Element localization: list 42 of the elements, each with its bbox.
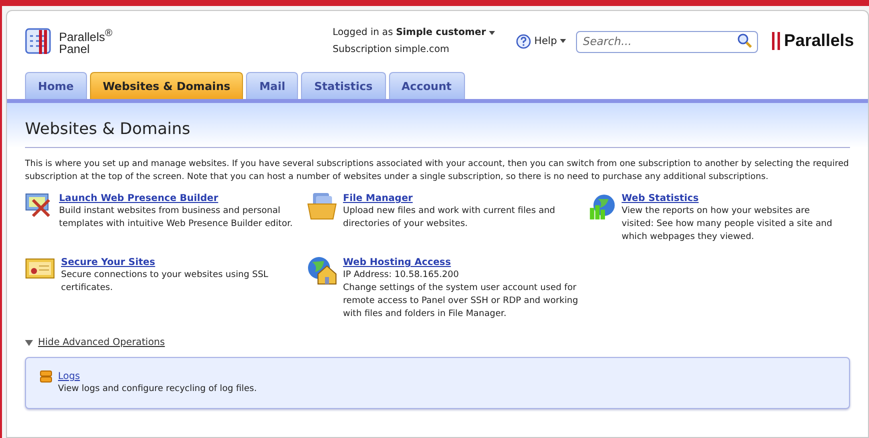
help-menu[interactable]: Help — [516, 34, 566, 48]
logs-description: View logs and configure recycling of log files. — [58, 383, 258, 396]
operation-link[interactable]: Web Statistics — [622, 192, 839, 205]
certificate-icon — [25, 256, 55, 280]
nav-tab[interactable]: Home — [25, 72, 87, 99]
logged-in-label: Logged in as — [332, 26, 393, 40]
operation-description: Secure connections to your websites using SSL certificates. — [61, 269, 270, 295]
operation-description: Change settings of the system user account used for remote access to Panel over SSH or RDP and working with files and folders in File Manager. — [343, 282, 580, 321]
logo-subtitle: Panel — [59, 42, 91, 54]
operation-description: Build instant websites from business and personal templates with intuitive Web Presence Builder editor. — [59, 205, 294, 231]
caret-icon — [560, 39, 566, 43]
operation-link[interactable]: File Manager — [343, 192, 588, 205]
search-icon[interactable] — [737, 33, 752, 48]
nav-tab[interactable]: Account — [388, 72, 465, 99]
nav-tab[interactable]: Mail — [246, 72, 298, 99]
globe-house-icon — [307, 256, 337, 286]
subscription-name: simple.com — [394, 43, 450, 57]
log-stack-icon — [40, 370, 52, 384]
advanced-toggle[interactable]: Hide Advanced Operations — [25, 337, 165, 348]
intro-text: This is where you set up and manage websites. If you have several subscriptions associated with your account, then you can switch from one subscription to another by selecting the required subscription at the top of the screen. Note that you can host a number of websites under a single subscription, so there is no need to purchase any additional subscriptions. — [25, 158, 850, 184]
nav-tab[interactable]: Statistics — [301, 72, 386, 99]
triangle-icon — [25, 338, 33, 346]
search-field[interactable]: Search... — [576, 30, 758, 52]
operation-link[interactable]: Web Hosting Access — [343, 256, 588, 269]
help-icon — [516, 34, 532, 48]
nav-tab[interactable]: Websites & Domains — [90, 72, 244, 99]
folders-icon — [307, 192, 337, 220]
brand-bars-icon — [772, 32, 782, 50]
logs-link[interactable]: Logs — [58, 370, 658, 383]
user-menu[interactable]: Simple customer — [396, 24, 495, 41]
brand-name: Parallels — [784, 31, 854, 51]
logo-text: Parallels$^{®}$ — [59, 28, 112, 42]
subscription-label: Subscription — [332, 43, 392, 57]
operation-link[interactable]: Secure Your Sites — [61, 256, 306, 269]
operation-description: IP Address: 10.58.165.200 — [343, 269, 460, 282]
operation-description: View the reports on how your websites are visited: See how many people visited a site and which webpages they viewed. — [622, 205, 834, 244]
caret-icon — [488, 30, 495, 34]
page-title: Websites & Domains — [25, 119, 850, 148]
operation-description: Upload new files and work with current files and directories of your websites. — [343, 205, 556, 231]
operation-link[interactable]: Launch Web Presence Builder — [59, 192, 304, 205]
globe-bar-chart-icon — [589, 192, 616, 222]
builder-tools-icon — [25, 192, 53, 218]
